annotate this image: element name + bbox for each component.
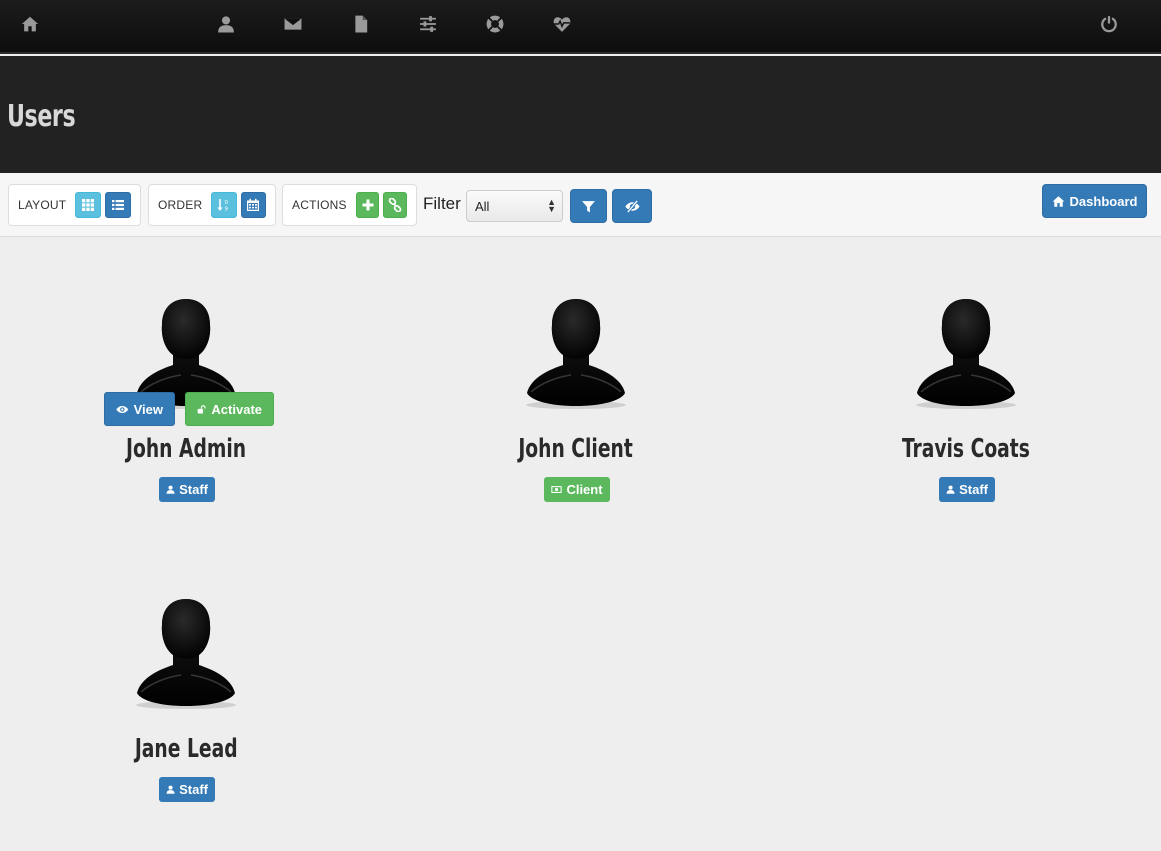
- actions-group: ACTIONS: [282, 184, 417, 226]
- money-icon: [551, 486, 563, 493]
- add-user-button[interactable]: [355, 192, 380, 218]
- user-name[interactable]: John Client: [451, 434, 701, 464]
- user-icon[interactable]: [214, 12, 238, 36]
- sort-date-button[interactable]: [240, 192, 266, 218]
- top-navbar: [0, 0, 1161, 54]
- grid-layout-button[interactable]: [75, 192, 102, 218]
- eye-slash-icon: [624, 199, 640, 213]
- role-badge: Staff: [159, 477, 215, 502]
- page-title: Users: [7, 99, 76, 134]
- role-badge: Staff: [939, 477, 995, 502]
- funnel-icon: [582, 200, 595, 212]
- user-card: Travis Coats Staff: [841, 297, 1091, 527]
- card-hover-actions: View Activate: [65, 392, 274, 426]
- order-label: ORDER: [158, 198, 203, 212]
- user-card: Jane Lead Staff: [61, 597, 311, 827]
- user-avatar[interactable]: [131, 597, 241, 709]
- home-icon: [1052, 195, 1064, 207]
- calendar-icon: [247, 198, 260, 211]
- svg-text:9: 9: [225, 207, 229, 213]
- user-name[interactable]: Jane Lead: [61, 734, 311, 764]
- order-group: ORDER 09: [148, 184, 276, 226]
- view-button-label: View: [133, 401, 163, 417]
- apply-filter-button[interactable]: [570, 189, 607, 223]
- role-badge: Client: [544, 477, 610, 502]
- heartbeat-icon[interactable]: [550, 12, 574, 36]
- eye-icon: [116, 405, 129, 413]
- power-icon[interactable]: [1097, 12, 1121, 36]
- lifebuoy-icon[interactable]: [483, 12, 507, 36]
- user-name[interactable]: John Admin: [61, 434, 311, 464]
- svg-text:0: 0: [225, 200, 229, 206]
- plus-icon: [362, 199, 374, 211]
- page-header: Users: [0, 56, 1161, 173]
- file-icon[interactable]: [349, 12, 373, 36]
- user-name[interactable]: Travis Coats: [841, 434, 1091, 464]
- activate-button-label: Activate: [211, 401, 262, 417]
- th-grid-icon: [82, 199, 95, 211]
- actions-label: ACTIONS: [292, 198, 347, 212]
- select-caret-icon: ▲ ▼: [547, 197, 556, 214]
- link-button[interactable]: [383, 192, 407, 218]
- sort-numeric-button[interactable]: 09: [211, 192, 237, 218]
- filter-selected-value: All: [475, 199, 490, 214]
- sliders-icon[interactable]: [416, 12, 440, 36]
- envelope-icon[interactable]: [281, 12, 305, 36]
- filter-label: Filter: [423, 194, 461, 213]
- user-avatar[interactable]: [911, 297, 1021, 409]
- clear-filter-button[interactable]: [612, 189, 652, 223]
- user-card: View Activate John Admin Staff: [61, 297, 311, 527]
- user-icon: [166, 785, 175, 794]
- dashboard-button-label: Dashboard: [1069, 193, 1138, 209]
- dashboard-button[interactable]: Dashboard: [1042, 184, 1147, 218]
- list-icon: [112, 200, 125, 210]
- list-layout-button[interactable]: [105, 192, 131, 218]
- view-user-button[interactable]: View: [104, 392, 175, 426]
- role-badge: Staff: [159, 777, 215, 802]
- filter-select[interactable]: All ▲ ▼: [466, 190, 563, 222]
- user-card: John Client Client: [451, 297, 701, 527]
- user-avatar[interactable]: [521, 297, 631, 409]
- unlock-icon: [197, 404, 206, 414]
- layout-group: LAYOUT: [8, 184, 141, 226]
- user-icon: [166, 485, 175, 494]
- user-icon: [946, 485, 955, 494]
- link-icon: [388, 198, 402, 212]
- layout-label: LAYOUT: [18, 198, 67, 212]
- activate-user-button[interactable]: Activate: [185, 392, 274, 426]
- home-icon[interactable]: [18, 12, 42, 36]
- sort-numeric-icon: 09: [217, 199, 229, 213]
